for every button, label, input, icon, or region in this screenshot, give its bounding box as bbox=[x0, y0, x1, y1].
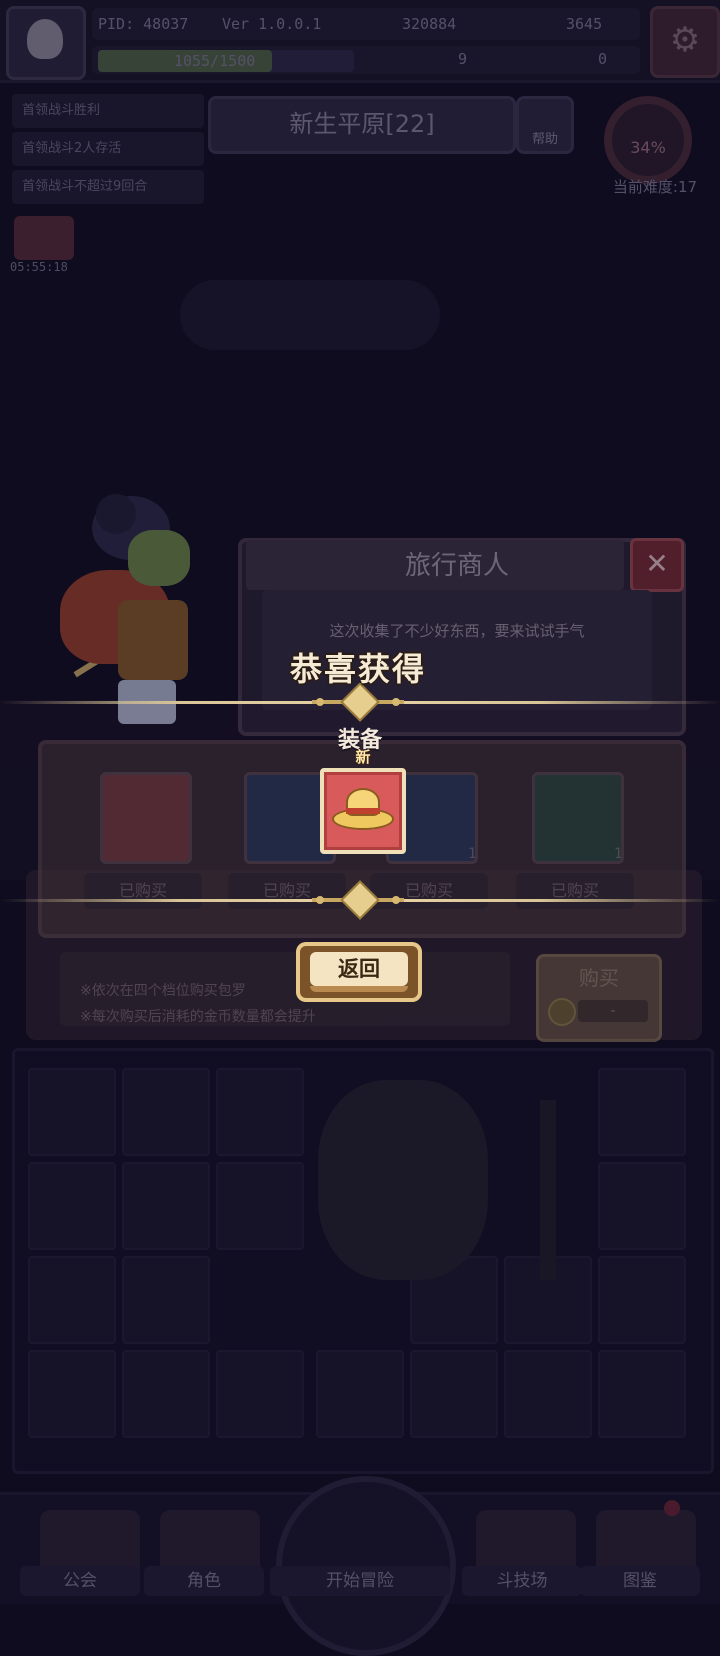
slot-count: 1 bbox=[468, 846, 477, 862]
merchant-body bbox=[118, 600, 188, 680]
rule-line-1: ※依次在四个档位购买包罗 bbox=[80, 983, 246, 999]
new-badge: 新 bbox=[355, 748, 371, 766]
straw-hat-band bbox=[346, 808, 380, 814]
close-icon[interactable]: ✕ bbox=[630, 538, 684, 592]
merchant-title: 旅行商人 bbox=[404, 551, 509, 581]
buy-price: - bbox=[578, 1000, 648, 1022]
merchant-hair-bun bbox=[96, 494, 136, 534]
reward-heading: 恭喜获得 bbox=[290, 650, 427, 688]
return-button-label: 返回 bbox=[310, 952, 408, 986]
return-button-shade bbox=[310, 986, 408, 992]
buy-button-label: 购买 bbox=[579, 966, 619, 990]
merchant-description: 这次收集了不少好东西，要来试试手气 bbox=[329, 622, 585, 640]
merchant-face bbox=[128, 530, 190, 586]
slot-count: 1 bbox=[614, 846, 623, 862]
slot-status[interactable]: 已购买 bbox=[516, 873, 634, 909]
rule-line-2: ※每次购买后消耗的金币数量都会提升 bbox=[80, 1009, 316, 1025]
reward-item-straw-hat[interactable]: 新 bbox=[320, 748, 406, 854]
ornament-top-icon bbox=[312, 682, 404, 722]
slot-status[interactable]: 已购买 bbox=[84, 873, 202, 909]
return-button[interactable]: 返回 bbox=[296, 942, 422, 1002]
shop-slot-gold-heart-icon[interactable] bbox=[532, 772, 624, 864]
ornament-bottom-icon bbox=[312, 880, 404, 920]
shop-slot-hat-icon[interactable] bbox=[100, 772, 192, 864]
coin-icon bbox=[548, 998, 576, 1026]
